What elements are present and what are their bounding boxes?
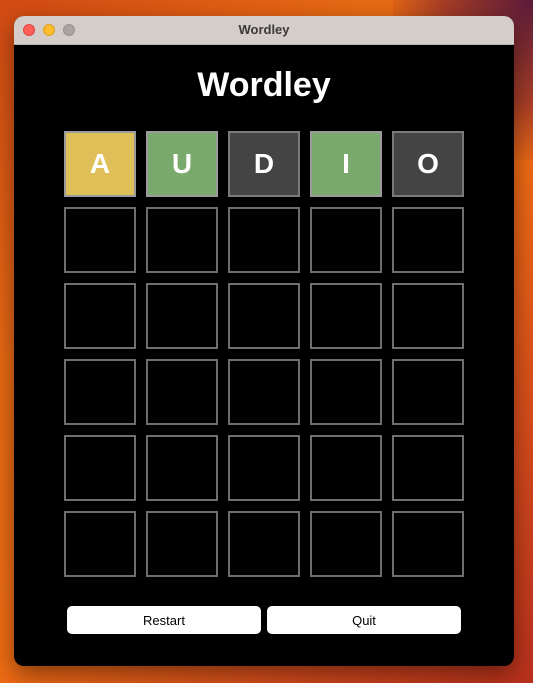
letter-tile [146,359,218,425]
letter-tile [392,283,464,349]
letter-tile [146,207,218,273]
letter-tile: O [392,131,464,197]
letter-tile [228,283,300,349]
title-bar[interactable]: Wordley [14,16,514,45]
letter-tile [392,207,464,273]
letter-tile [146,283,218,349]
letter-tile [64,283,136,349]
letter-tile [310,207,382,273]
restart-button[interactable]: Restart [67,606,261,634]
letter-tile: I [310,131,382,197]
letter-tile [64,511,136,577]
letter-tile [64,359,136,425]
letter-tile [310,511,382,577]
letter-tile [146,435,218,501]
letter-tile [228,207,300,273]
letter-tile [310,283,382,349]
letter-tile [310,359,382,425]
letter-tile [64,207,136,273]
letter-tile [310,435,382,501]
game-board: AUDIO [64,131,464,577]
window-title: Wordley [238,22,290,37]
app-heading: Wordley [197,66,331,104]
letter-tile [228,435,300,501]
letter-tile [392,435,464,501]
letter-tile [392,511,464,577]
letter-tile [392,359,464,425]
letter-tile [146,511,218,577]
letter-tile: U [146,131,218,197]
letter-tile [64,435,136,501]
letter-tile: D [228,131,300,197]
letter-tile: A [64,131,136,197]
letter-tile [228,511,300,577]
letter-tile [228,359,300,425]
quit-button[interactable]: Quit [267,606,461,634]
app-window: Wordley Wordley AUDIO Restart Quit [14,16,514,666]
